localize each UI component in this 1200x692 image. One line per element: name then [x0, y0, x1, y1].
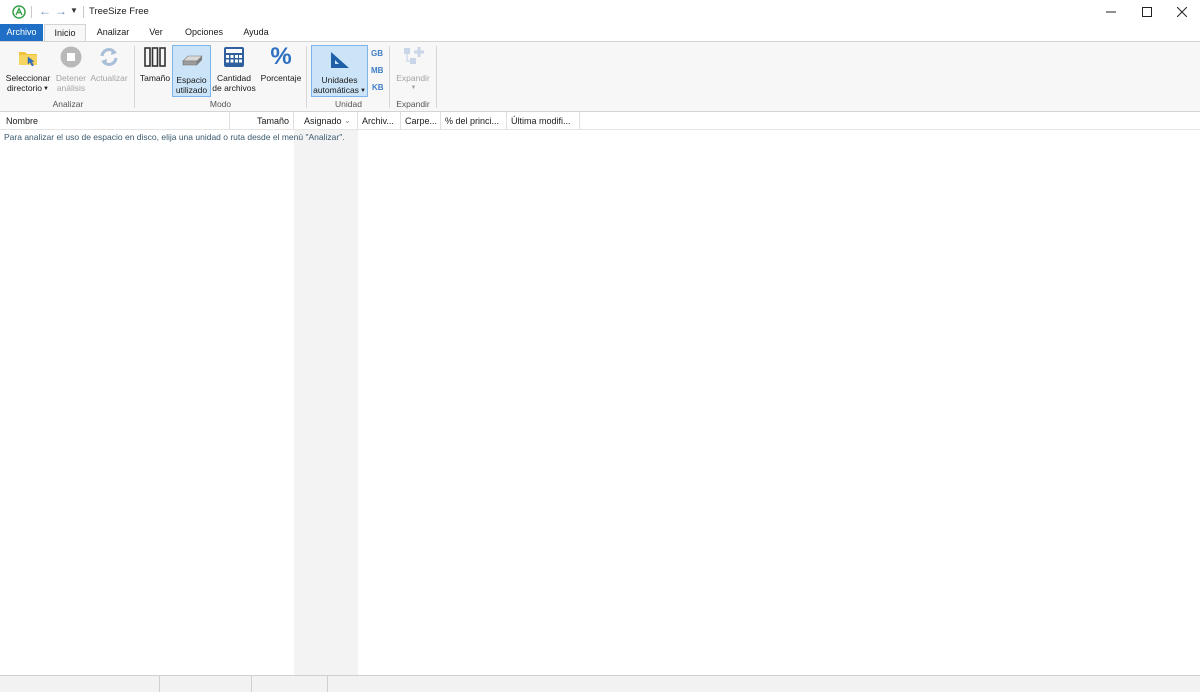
refresh-button[interactable]: Actualizar: [88, 44, 130, 83]
group-separator: [134, 46, 135, 108]
group-separator: [306, 46, 307, 108]
mode-used-space-button[interactable]: Espacio utilizado: [172, 45, 211, 97]
tab-analizar[interactable]: Analizar: [88, 24, 138, 41]
tab-ver[interactable]: Ver: [142, 24, 170, 41]
group-label-unidad: Unidad: [335, 99, 362, 109]
stop-analysis-button[interactable]: Detener análisis: [53, 44, 89, 93]
expand-tree-icon: [400, 44, 426, 70]
ribbon: Seleccionar directorio▼ Detener análisis…: [0, 41, 1200, 112]
column-header-ultima-modificacion[interactable]: Última modifi...: [507, 112, 580, 130]
ribbon-tabs: Archivo Inicio Analizar Ver Opciones Ayu…: [0, 24, 1200, 42]
mode-size-label: Tamaño: [139, 73, 171, 83]
empty-hint-text: Para analizar el uso de espacio en disco…: [4, 132, 345, 142]
folder-icon: [15, 44, 41, 70]
mode-file-count-button[interactable]: Cantidad de archivos: [211, 44, 257, 93]
mode-file-count-label-2: de archivos: [212, 83, 256, 93]
minimize-button[interactable]: [1093, 0, 1129, 24]
title-bar: ← → ▼ TreeSize Free: [0, 0, 1200, 24]
column-header-archivos[interactable]: Archiv...: [358, 112, 401, 130]
mode-used-space-label-2: utilizado: [175, 85, 208, 95]
ruler-triangle-icon: [327, 46, 353, 72]
title-separator: [83, 6, 84, 18]
select-directory-label-2: directorio: [7, 83, 42, 93]
mode-percent-label: Porcentaje: [260, 73, 302, 83]
unit-gb-button[interactable]: GB: [371, 49, 383, 58]
group-label-analizar: Analizar: [52, 99, 84, 109]
column-header-asignado-label: Asignado: [304, 116, 342, 126]
group-separator: [436, 46, 437, 108]
hard-drive-icon: [179, 46, 205, 72]
status-segment: [0, 676, 160, 692]
column-header-tamano[interactable]: Tamaño: [230, 112, 294, 130]
column-header-row: Nombre Tamaño Asignado ⌄ Archiv... Carpe…: [0, 112, 1200, 130]
mode-used-space-label-1: Espacio: [176, 75, 207, 85]
dropdown-caret-icon: ▼: [359, 87, 366, 94]
tab-inicio[interactable]: Inicio: [44, 24, 86, 42]
auto-units-label-2: automáticas: [313, 85, 359, 95]
status-segment: [252, 676, 328, 692]
minimize-icon: [1106, 11, 1116, 13]
auto-units-button[interactable]: Unidades automáticas▼: [311, 45, 368, 97]
stop-icon: [58, 44, 84, 70]
group-separator: [389, 46, 390, 108]
dropdown-caret-icon: ▼: [43, 85, 49, 92]
expand-button[interactable]: Expandir ▼: [393, 44, 433, 93]
maximize-icon: [1142, 7, 1152, 17]
auto-units-label-1: Unidades: [321, 75, 358, 85]
stop-analysis-label-1: Detener: [55, 73, 87, 83]
back-arrow-icon[interactable]: ←: [38, 4, 52, 18]
sorted-column-shade: [294, 130, 358, 675]
tab-archivo[interactable]: Archivo: [0, 24, 43, 41]
treesize-logo-icon: [12, 5, 26, 19]
refresh-label: Actualizar: [90, 73, 128, 83]
column-header-asignado[interactable]: Asignado ⌄: [294, 112, 358, 130]
stop-analysis-label-2: análisis: [56, 83, 86, 93]
sort-chevron-icon: ⌄: [344, 116, 351, 125]
quick-access-dropdown-icon[interactable]: ▼: [69, 4, 79, 18]
percent-icon: %: [270, 43, 292, 70]
group-label-expandir: Expandir: [396, 99, 430, 109]
quick-access-separator: [31, 6, 32, 18]
mode-size-button[interactable]: Tamaño: [138, 44, 172, 83]
unit-mb-button[interactable]: MB: [371, 66, 383, 75]
unit-kb-button[interactable]: KB: [372, 83, 384, 92]
column-header-carpetas[interactable]: Carpe...: [401, 112, 441, 130]
tab-opciones[interactable]: Opciones: [176, 24, 232, 41]
status-bar: [0, 675, 1200, 692]
status-segment: [160, 676, 252, 692]
select-directory-label-1: Seleccionar: [5, 73, 51, 83]
close-icon: [1177, 7, 1187, 17]
dropdown-caret-icon: ▼: [410, 85, 417, 91]
tab-ayuda[interactable]: Ayuda: [236, 24, 276, 41]
maximize-button[interactable]: [1129, 0, 1165, 24]
group-label-modo: Modo: [209, 99, 232, 109]
column-header-nombre[interactable]: Nombre: [2, 112, 230, 130]
close-button[interactable]: [1164, 0, 1200, 24]
column-header-porcentaje[interactable]: % del princi...: [441, 112, 507, 130]
mode-percent-button[interactable]: % Porcentaje: [259, 43, 303, 84]
grid-calculator-icon: [221, 44, 247, 70]
tree-list-view[interactable]: Para analizar el uso de espacio en disco…: [0, 130, 1200, 675]
select-directory-button[interactable]: Seleccionar directorio▼: [5, 44, 51, 94]
window-title: TreeSize Free: [89, 6, 149, 17]
expand-label: Expandir: [396, 73, 430, 83]
bars-icon: [142, 44, 168, 70]
refresh-icon: [96, 44, 122, 70]
mode-file-count-label-1: Cantidad: [216, 73, 252, 83]
forward-arrow-icon[interactable]: →: [54, 4, 68, 18]
